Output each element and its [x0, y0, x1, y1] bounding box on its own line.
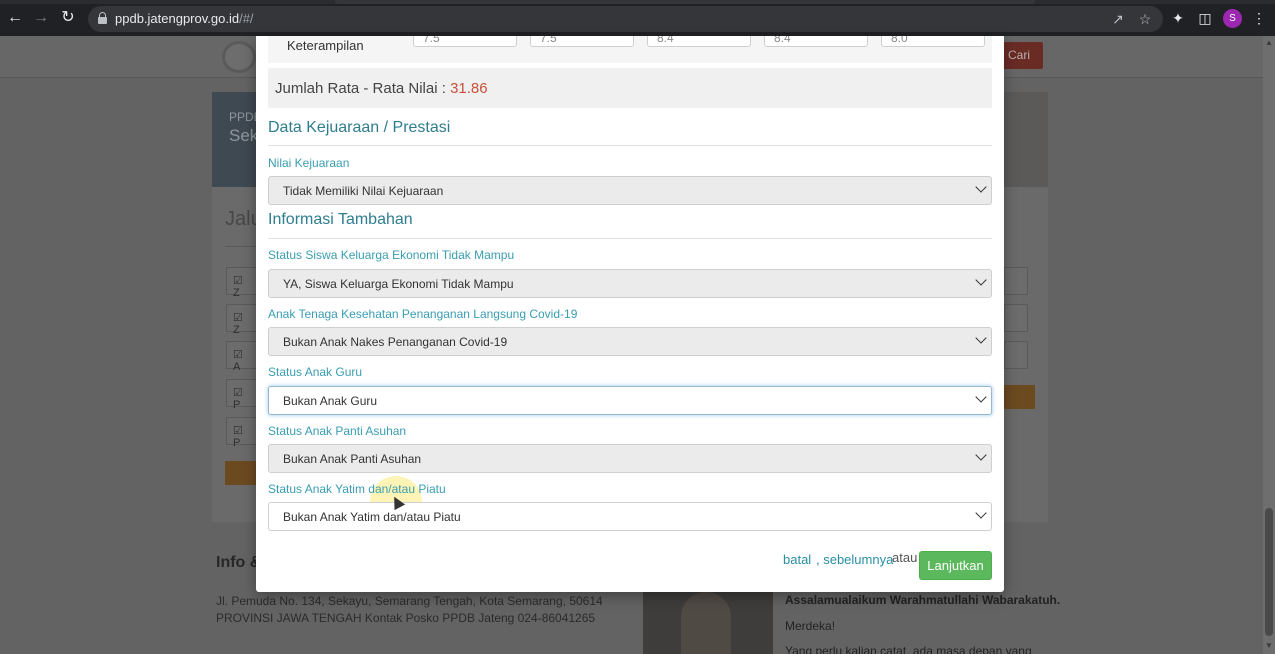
keterampilan-row: Keterampilan 7.5 7.5 8.4 8.4 8.0 — [268, 36, 992, 63]
jalur-option-label: Z — [233, 324, 240, 336]
nilai-kejuaraan-label: Nilai Kejuaraan — [268, 156, 350, 170]
score-input[interactable]: 7.5 — [530, 36, 634, 47]
select-value: Bukan Anak Nakes Penanganan Covid-19 — [283, 335, 508, 349]
lock-icon[interactable] — [98, 12, 107, 24]
scroll-thumb[interactable] — [1265, 508, 1273, 636]
jalur-option-label: A — [233, 361, 241, 373]
jalur-option-label: P — [233, 437, 241, 449]
select-value: Bukan Anak Yatim dan/atau Piatu — [283, 510, 461, 524]
chevron-down-icon — [975, 391, 987, 403]
banner-image — [1004, 92, 1048, 187]
score-input[interactable]: 8.4 — [764, 36, 868, 47]
average-label: Jumlah Rata - Rata Nilai : 31.86 — [275, 80, 488, 97]
address: Jl. Pemuda No. 134, Sekayu, Semarang Ten… — [216, 593, 603, 627]
panti-label: Status Anak Panti Asuhan — [268, 424, 407, 438]
scroll-down-icon[interactable]: ▼ — [1265, 641, 1273, 650]
batal-link[interactable]: batal — [783, 552, 811, 567]
nakes-label: Anak Tenaga Kesehatan Penanganan Langsun… — [268, 307, 578, 321]
search-button[interactable]: Cari — [998, 42, 1043, 69]
divider — [268, 238, 992, 239]
jalur-submit-button[interactable] — [225, 461, 256, 485]
guru-select[interactable]: Bukan Anak Guru — [268, 386, 992, 415]
chevron-down-icon — [975, 181, 987, 193]
section-title-kejuaraan: Data Kejuaraan / Prestasi — [268, 119, 451, 136]
address-bar[interactable]: ppdb.jatengprov.go.id/#/ ↗ ☆ — [88, 6, 1163, 32]
active-tab[interactable] — [335, 0, 1035, 4]
share-icon[interactable]: ↗ — [1110, 11, 1126, 27]
guru-label: Status Anak Guru — [268, 365, 363, 379]
jalur-right-box — [1004, 341, 1028, 369]
url-path: /#/ — [239, 11, 254, 26]
nakes-select[interactable]: Bukan Anak Nakes Penanganan Covid-19 — [268, 327, 992, 356]
jalur-option-label: Z — [233, 287, 240, 299]
select-value: YA, Siswa Keluarga Ekonomi Tidak Mampu — [283, 277, 514, 291]
sidepanel-icon[interactable]: ◫ — [1197, 10, 1213, 26]
menu-icon[interactable]: ⋮ — [1251, 10, 1267, 26]
info-heading: Info & — [216, 554, 262, 571]
average-label-text: Jumlah Rata - Rata Nilai : — [275, 80, 451, 97]
average-summary: Jumlah Rata - Rata Nilai : 31.86 — [268, 68, 992, 108]
atau-label: atau — [892, 550, 918, 565]
select-value: Bukan Anak Guru — [283, 394, 378, 408]
url-text[interactable]: ppdb.jatengprov.go.id/#/ — [115, 11, 254, 26]
portrait — [681, 592, 731, 654]
select-value: Bukan Anak Panti Asuhan — [283, 452, 422, 466]
score-input[interactable]: 8.4 — [647, 36, 751, 47]
page-scrollbar[interactable]: ▲ ▼ — [1263, 36, 1275, 654]
site-logo — [222, 41, 256, 73]
governor-photo — [643, 582, 773, 654]
chevron-down-icon — [975, 507, 987, 519]
profile-avatar[interactable]: S — [1223, 9, 1242, 28]
section-title-informasi: Informasi Tambahan — [268, 211, 413, 228]
jalur-option[interactable]: ☑ A — [226, 341, 258, 373]
jalur-option[interactable]: ☑ P — [226, 379, 258, 411]
chevron-down-icon — [975, 274, 987, 286]
forward-icon[interactable]: → — [32, 9, 50, 27]
jalur-right-box — [1004, 304, 1028, 332]
nilai-kejuaraan-select[interactable]: Tidak Memiliki Nilai Kejuaraan — [268, 176, 992, 205]
score-input[interactable]: 8.0 — [881, 36, 985, 47]
lanjutkan-button[interactable]: Lanjutkan — [919, 551, 992, 580]
extensions-icon[interactable]: ✦ — [1170, 10, 1186, 26]
greeting-bold: Assalamualaikum Warahmatullahi Wabarakat… — [785, 593, 1061, 607]
back-icon[interactable]: ← — [6, 9, 24, 27]
address-line: Jl. Pemuda No. 134, Sekayu, Semarang Ten… — [216, 594, 603, 608]
select-value: Tidak Memiliki Nilai Kejuaraan — [283, 184, 444, 198]
average-value: 31.86 — [450, 80, 488, 97]
ekonomi-select[interactable]: YA, Siswa Keluarga Ekonomi Tidak Mampu — [268, 269, 992, 298]
jalur-action-button[interactable] — [1004, 385, 1035, 409]
banner-title: Sek — [229, 126, 259, 145]
panti-select[interactable]: Bukan Anak Panti Asuhan — [268, 444, 992, 473]
batal-link-text[interactable]: batal — [783, 552, 811, 567]
jalur-option[interactable]: ☑ Z — [226, 267, 258, 299]
yatim-select[interactable]: Bukan Anak Yatim dan/atau Piatu — [268, 502, 992, 531]
keterampilan-label: Keterampilan — [287, 38, 364, 53]
scroll-up-icon[interactable]: ▲ — [1265, 38, 1273, 47]
divider — [268, 145, 992, 146]
url-host: ppdb.jatengprov.go.id — [115, 11, 240, 26]
jalur-right-box — [1004, 267, 1028, 295]
jalur-option[interactable]: ☑ P — [226, 417, 258, 449]
greeting-text: Yang perlu kalian catat, ada masa depan … — [785, 644, 1032, 654]
sebelumnya-link[interactable]: , sebelumnya — [816, 552, 893, 567]
browser-toolbar: ← → ↻ ppdb.jatengprov.go.id/#/ ↗ ☆ ✦ ◫ S… — [0, 0, 1275, 36]
star-icon[interactable]: ☆ — [1137, 11, 1153, 27]
chevron-down-icon — [975, 332, 987, 344]
atau-text: atau — [892, 550, 917, 565]
registration-modal: Keterampilan 7.5 7.5 8.4 8.4 8.0 Jumlah … — [256, 36, 1004, 592]
address-line: PROVINSI JAWA TENGAH Kontak Posko PPDB J… — [216, 611, 596, 625]
jalur-option[interactable]: ☑ Z — [226, 304, 258, 336]
greeting-text: Merdeka! — [785, 619, 836, 633]
score-input[interactable]: 7.5 — [413, 36, 517, 47]
chevron-down-icon — [975, 449, 987, 461]
ekonomi-label: Status Siswa Keluarga Ekonomi Tidak Mamp… — [268, 248, 515, 262]
jalur-option-label: P — [233, 399, 241, 411]
sebelumnya-link-text[interactable]: , sebelumnya — [816, 552, 893, 567]
reload-icon[interactable]: ↻ — [59, 9, 77, 27]
yatim-label: Status Anak Yatim dan/atau Piatu — [268, 482, 446, 496]
